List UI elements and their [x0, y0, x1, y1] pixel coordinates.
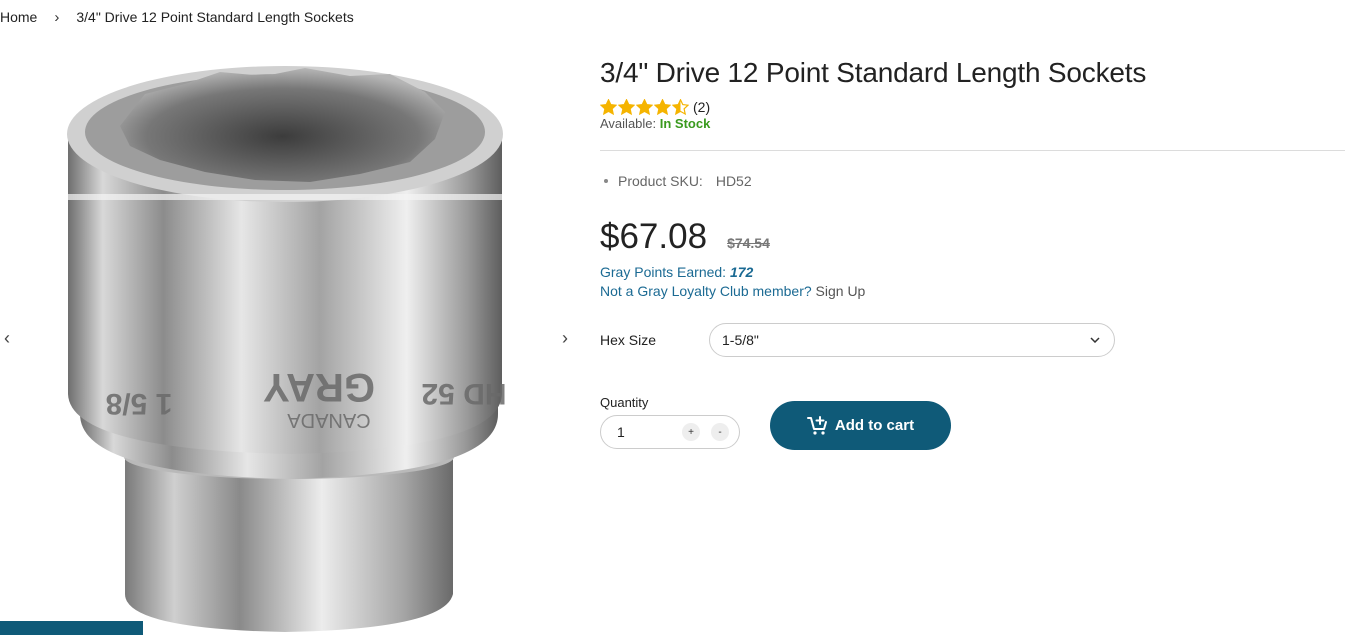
rating-summary[interactable]: (2)	[600, 98, 1345, 116]
star-rating	[600, 98, 689, 116]
sku-value: HD52	[715, 173, 752, 189]
gallery-prev-button[interactable]: ‹	[0, 328, 14, 348]
page-title: 3/4" Drive 12 Point Standard Length Sock…	[600, 57, 1147, 88]
availability: Available: In Stock	[600, 116, 1345, 132]
svg-text:1 5/8: 1 5/8	[106, 387, 173, 420]
add-to-cart-label: Add to cart	[834, 417, 915, 434]
bullet-icon	[604, 179, 608, 183]
sku-row: Product SKU: HD52	[600, 173, 1345, 189]
divider	[600, 150, 1345, 151]
quantity-stepper: 1 + -	[600, 415, 740, 449]
hex-size-value: 1-5/8"	[722, 332, 759, 348]
chevron-left-icon: ‹	[4, 328, 10, 348]
star-icon	[600, 98, 617, 115]
availability-label: Available:	[600, 116, 657, 131]
price: $67.08	[600, 217, 708, 256]
cart-plus-icon	[806, 415, 827, 435]
hex-size-label: Hex Size	[600, 332, 657, 348]
gallery-thumbnail-strip[interactable]	[0, 621, 143, 635]
sku-label: Product SKU:	[618, 173, 703, 189]
add-to-cart-button[interactable]: Add to cart	[770, 401, 951, 450]
quantity-input[interactable]: 1	[617, 424, 671, 440]
breadcrumb-home-link[interactable]: Home	[0, 9, 37, 25]
purchase-row: Quantity 1 + - Add to cart	[600, 395, 1345, 450]
star-icon	[636, 98, 653, 115]
quantity-label: Quantity	[600, 395, 649, 410]
svg-text:GRAY: GRAY	[263, 365, 375, 409]
chevron-down-icon	[1090, 335, 1100, 346]
review-count[interactable]: (2)	[693, 99, 710, 115]
hex-size-select[interactable]: 1-5/8"	[709, 323, 1115, 357]
gallery-next-button[interactable]: ›	[558, 328, 572, 348]
star-icon	[654, 98, 671, 115]
breadcrumb-separator: ›	[54, 8, 60, 26]
quantity-decrease-button[interactable]: -	[711, 423, 729, 441]
svg-text:CANADA: CANADA	[287, 409, 371, 431]
svg-text:HD 52: HD 52	[421, 377, 506, 410]
quantity-increase-button[interactable]: +	[682, 423, 700, 441]
price-row: $67.08 $74.54	[600, 217, 1345, 257]
product-info: 3/4" Drive 12 Point Standard Length Sock…	[600, 56, 1345, 450]
points-earned: Gray Points Earned: 172	[600, 263, 1345, 282]
loyalty-prompt: Not a Gray Loyalty Club member? Sign Up	[600, 282, 1345, 301]
chevron-right-icon: ›	[562, 328, 568, 348]
product-gallery: ‹ GRAY HD 52 CANADA 1 5/8 ›	[0, 48, 580, 635]
star-icon	[672, 98, 689, 115]
loyalty-text: Not a Gray Loyalty Club member?	[600, 283, 812, 299]
old-price: $74.54	[727, 235, 770, 251]
hex-size-option: Hex Size 1-5/8"	[600, 323, 1345, 357]
quantity-group: Quantity 1 + -	[600, 395, 740, 449]
breadcrumb: Home › 3/4" Drive 12 Point Standard Leng…	[0, 8, 354, 26]
points-value: 172	[729, 264, 754, 280]
product-image: GRAY HD 52 CANADA 1 5/8	[67, 66, 507, 632]
sign-up-link[interactable]: Sign Up	[816, 283, 866, 299]
points-label: Gray Points Earned:	[600, 264, 727, 280]
breadcrumb-current: 3/4" Drive 12 Point Standard Length Sock…	[76, 9, 354, 25]
star-icon	[618, 98, 635, 115]
stock-status: In Stock	[659, 116, 711, 131]
